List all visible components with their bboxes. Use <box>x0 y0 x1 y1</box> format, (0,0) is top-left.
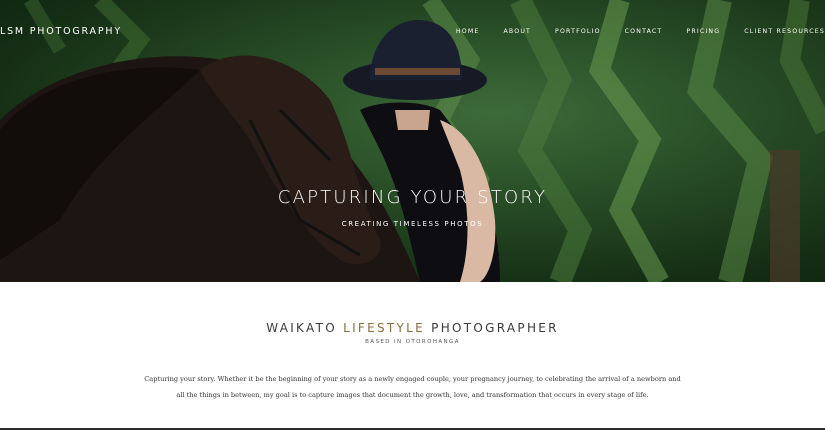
nav-client-resources[interactable]: CLIENT RESOURCES <box>744 28 825 35</box>
intro-title-main: WAIKATO <box>266 321 344 335</box>
intro-title-accent: LIFESTYLE <box>343 321 426 335</box>
nav-contact[interactable]: CONTACT <box>625 28 663 35</box>
nav-pricing[interactable]: PRICING <box>686 28 720 35</box>
top-navigation-bar: LSM PHOTOGRAPHY HOME ABOUT PORTFOLIO CON… <box>0 0 825 60</box>
hero-subtitle: CREATING TIMELESS PHOTOS <box>341 220 484 228</box>
hero-copy: CAPTURING YOUR STORY CREATING TIMELESS P… <box>0 187 825 228</box>
intro-body: Capturing your story. Whether it be the … <box>144 374 681 399</box>
intro-title: WAIKATO LIFESTYLE PHOTOGRAPHER <box>0 321 825 335</box>
nav-portfolio[interactable]: PORTFOLIO <box>555 28 601 35</box>
nav-about[interactable]: ABOUT <box>503 28 531 35</box>
intro-title-end: PHOTOGRAPHER <box>425 321 559 335</box>
site-brand[interactable]: LSM PHOTOGRAPHY <box>0 26 122 37</box>
intro-section: WAIKATO LIFESTYLE PHOTOGRAPHER BASED IN … <box>0 282 825 430</box>
main-nav: HOME ABOUT PORTFOLIO CONTACT PRICING CLI… <box>456 28 825 35</box>
intro-location: BASED IN OTOROHANGA <box>365 339 460 345</box>
hero-banner: LSM PHOTOGRAPHY HOME ABOUT PORTFOLIO CON… <box>0 0 825 282</box>
hero-title: CAPTURING YOUR STORY <box>277 187 548 208</box>
nav-home[interactable]: HOME <box>456 28 480 35</box>
